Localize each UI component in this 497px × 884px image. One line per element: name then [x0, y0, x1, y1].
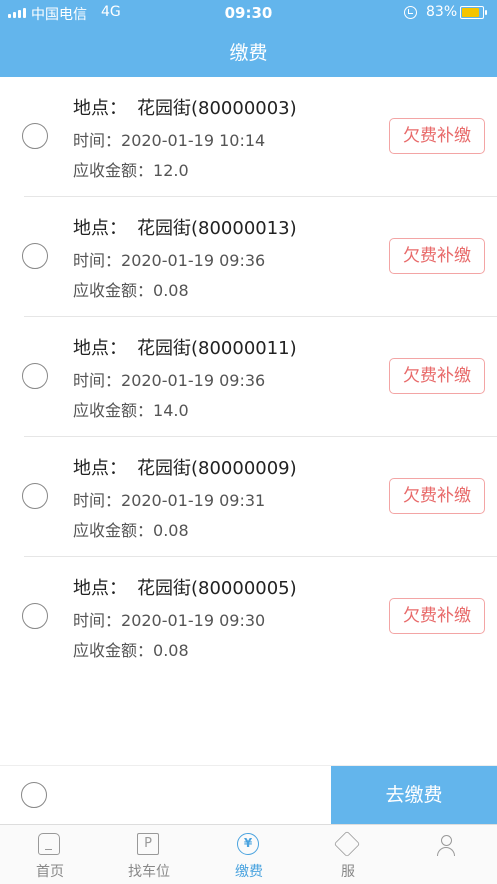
- tab-home[interactable]: 首页: [0, 825, 100, 884]
- payment-item[interactable]: 地点： 花园街(80000011) 时间：2020-01-19 09:36 应收金…: [0, 317, 497, 437]
- tab-profile[interactable]: [397, 825, 497, 884]
- status-bar: 中国电信 4G 09:30 83%: [0, 0, 497, 26]
- status-time: 09:30: [224, 4, 273, 22]
- location-value: 花园街(80000009): [137, 458, 297, 479]
- payment-item[interactable]: 地点： 花园街(80000005) 时间：2020-01-19 09:30 应收金…: [0, 557, 497, 677]
- location-label: 地点：: [73, 578, 127, 599]
- pay-bar: 去缴费: [0, 765, 497, 825]
- home-icon: [38, 833, 60, 855]
- location-value: 花园街(80000005): [137, 578, 297, 599]
- time-value: 2020-01-19 09:36: [121, 251, 266, 270]
- payment-item[interactable]: 地点： 花园街(80000003) 时间：2020-01-19 10:14 应收金…: [0, 77, 497, 197]
- time-label: 时间：: [73, 371, 122, 390]
- amount-label: 应收金额：: [73, 161, 154, 180]
- tab-label: 服: [341, 864, 355, 880]
- amount-label: 应收金额：: [73, 641, 154, 660]
- arrears-payment-button[interactable]: 欠费补缴: [389, 118, 485, 154]
- amount-line: 应收金额：12.0: [73, 157, 189, 181]
- select-all-radio[interactable]: [21, 782, 47, 808]
- payment-item[interactable]: 地点： 花园街(80000013) 时间：2020-01-19 09:36 应收金…: [0, 197, 497, 317]
- amount-line: 应收金额：14.0: [73, 397, 189, 421]
- rotation-lock-icon: [404, 6, 417, 19]
- amount-line: 应收金额：0.08: [73, 637, 189, 661]
- location-value: 花园街(80000003): [137, 98, 297, 119]
- time-line: 时间：2020-01-19 09:31: [73, 487, 265, 511]
- tab-label: 缴费: [235, 864, 263, 880]
- arrears-payment-button[interactable]: 欠费补缴: [389, 358, 485, 394]
- tab-find-parking[interactable]: P 找车位: [99, 825, 199, 884]
- amount-label: 应收金额：: [73, 401, 154, 420]
- battery-percent: 83%: [426, 4, 458, 20]
- yen-icon: ¥: [237, 833, 259, 855]
- location-line: 地点： 花园街(80000009): [73, 454, 297, 480]
- location-value: 花园街(80000013): [137, 218, 297, 239]
- arrears-payment-button[interactable]: 欠费补缴: [389, 598, 485, 634]
- location-label: 地点：: [73, 338, 127, 359]
- time-line: 时间：2020-01-19 10:14: [73, 127, 265, 151]
- time-line: 时间：2020-01-19 09:36: [73, 367, 265, 391]
- amount-line: 应收金额：0.08: [73, 517, 189, 541]
- tab-service[interactable]: 服: [298, 825, 398, 884]
- time-line: 时间：2020-01-19 09:30: [73, 607, 265, 631]
- time-value: 2020-01-19 09:36: [121, 371, 266, 390]
- tab-label: 找车位: [128, 864, 170, 880]
- select-radio[interactable]: [22, 363, 48, 389]
- tab-label: 首页: [36, 864, 64, 880]
- location-line: 地点： 花园街(80000003): [73, 94, 297, 120]
- go-pay-button[interactable]: 去缴费: [331, 766, 497, 825]
- amount-value: 0.08: [153, 281, 189, 300]
- time-label: 时间：: [73, 251, 122, 270]
- amount-value: 12.0: [153, 161, 189, 180]
- location-line: 地点： 花园街(80000011): [73, 334, 297, 360]
- arrears-payment-button[interactable]: 欠费补缴: [389, 238, 485, 274]
- location-line: 地点： 花园街(80000005): [73, 574, 297, 600]
- tab-payment[interactable]: ¥ 缴费: [199, 825, 299, 884]
- location-label: 地点：: [73, 98, 127, 119]
- amount-line: 应收金额：0.08: [73, 277, 189, 301]
- location-line: 地点： 花园街(80000013): [73, 214, 297, 240]
- arrears-payment-button[interactable]: 欠费补缴: [389, 478, 485, 514]
- parking-icon: P: [137, 833, 159, 855]
- time-value: 2020-01-19 10:14: [121, 131, 266, 150]
- time-value: 2020-01-19 09:31: [121, 491, 266, 510]
- time-label: 时间：: [73, 131, 122, 150]
- box-icon: [333, 830, 361, 858]
- battery-level: [462, 8, 479, 17]
- location-value: 花园街(80000011): [137, 338, 297, 359]
- select-radio[interactable]: [22, 243, 48, 269]
- profile-icon: [435, 833, 457, 856]
- amount-label: 应收金额：: [73, 521, 154, 540]
- tab-bar: 首页 P 找车位 ¥ 缴费 服: [0, 824, 497, 884]
- battery-icon: [460, 6, 487, 19]
- page-title: 缴费: [229, 42, 268, 64]
- amount-label: 应收金额：: [73, 281, 154, 300]
- location-label: 地点：: [73, 218, 127, 239]
- amount-value: 14.0: [153, 401, 189, 420]
- location-label: 地点：: [73, 458, 127, 479]
- amount-value: 0.08: [153, 521, 189, 540]
- time-label: 时间：: [73, 611, 122, 630]
- payment-item[interactable]: 地点： 花园街(80000009) 时间：2020-01-19 09:31 应收金…: [0, 437, 497, 557]
- header-bar: 中国电信 4G 09:30 83% 缴费: [0, 0, 497, 77]
- select-radio[interactable]: [22, 123, 48, 149]
- select-radio[interactable]: [22, 603, 48, 629]
- select-radio[interactable]: [22, 483, 48, 509]
- amount-value: 0.08: [153, 641, 189, 660]
- time-label: 时间：: [73, 491, 122, 510]
- time-value: 2020-01-19 09:30: [121, 611, 266, 630]
- time-line: 时间：2020-01-19 09:36: [73, 247, 265, 271]
